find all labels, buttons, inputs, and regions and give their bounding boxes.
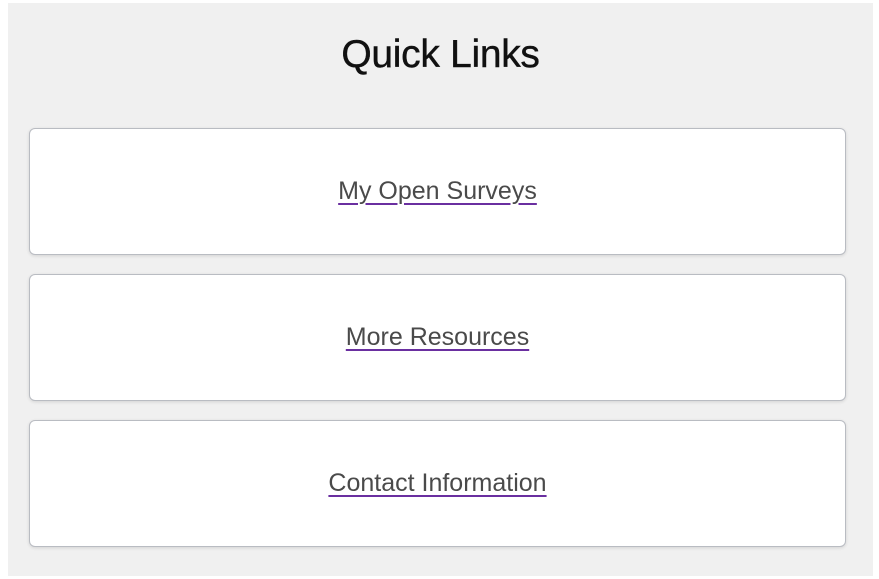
my-open-surveys-link[interactable]: My Open Surveys — [338, 177, 537, 206]
panel-title: Quick Links — [341, 33, 540, 76]
contact-information-link[interactable]: Contact Information — [328, 469, 546, 498]
more-resources-link[interactable]: More Resources — [346, 323, 529, 352]
contact-information-card[interactable]: Contact Information — [29, 420, 846, 547]
my-open-surveys-card[interactable]: My Open Surveys — [29, 128, 846, 255]
quick-links-panel: Quick Links My Open Surveys More Resourc… — [8, 3, 873, 576]
quick-links-list: My Open Surveys More Resources Contact I… — [29, 128, 846, 566]
more-resources-card[interactable]: More Resources — [29, 274, 846, 401]
